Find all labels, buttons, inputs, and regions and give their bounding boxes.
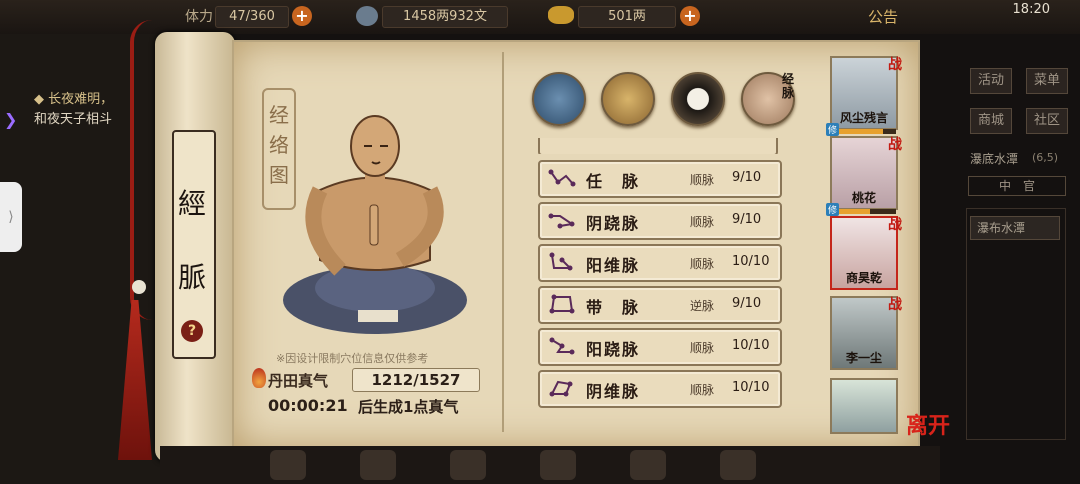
war-badge: 战	[888, 137, 902, 153]
location-coords: (6,5)	[1032, 151, 1059, 164]
meridian-row-yinwei[interactable]: 阴维脉 顺脉 10/10	[538, 370, 782, 408]
place-button[interactable]: 瀑布水潭	[970, 216, 1060, 240]
menu-button[interactable]: 菜单	[1026, 68, 1068, 94]
meridian-path-icon	[548, 213, 575, 229]
meridian-path-icon	[548, 169, 576, 187]
top-bar	[0, 0, 1080, 34]
meridian-path-icon	[549, 380, 573, 397]
meridian-progress: 10/10	[732, 338, 770, 353]
meridian-type: 顺脉	[690, 173, 715, 187]
map-panel	[966, 208, 1066, 440]
scroll-map-icon[interactable]	[601, 72, 655, 126]
meridian-row-dai[interactable]: 带 脉 逆脉 9/10	[538, 286, 782, 324]
meridian-name: 阴跷脉	[586, 214, 641, 233]
fire-icon	[252, 368, 266, 388]
character-card-2[interactable]: 战 桃花 修	[826, 136, 902, 216]
meridian-type: 顺脉	[690, 215, 715, 229]
meridian-name: 阳跷脉	[586, 340, 641, 359]
meridian-path-icon	[549, 294, 575, 314]
meridian-progress: 9/10	[732, 170, 762, 185]
meridian-type: 逆脉	[690, 299, 715, 313]
location-sub: 中 官	[968, 176, 1066, 196]
meridian-progress: 10/10	[732, 380, 770, 395]
character-card-5[interactable]	[830, 378, 898, 434]
meditating-monk-figure	[283, 115, 467, 334]
bagua-icon[interactable]	[671, 72, 725, 126]
meridian-type: 顺脉	[690, 383, 715, 397]
shop-button[interactable]: 商城	[970, 108, 1012, 134]
character-card-3[interactable]: 战 商昊乾	[830, 216, 902, 290]
meridian-name: 任 脉	[586, 172, 641, 191]
hp-bar	[832, 209, 896, 214]
qi-value: 1212/1527	[352, 368, 480, 392]
meridian-row-yangqiao[interactable]: 阳跷脉 顺脉 10/10	[538, 328, 782, 366]
help-button[interactable]: ?	[181, 320, 203, 342]
list-item-partial	[538, 138, 778, 154]
character-name: 桃花	[851, 191, 876, 205]
tassel-bead	[132, 280, 146, 294]
meridian-path-icon	[549, 337, 575, 355]
bottom-menu-icon[interactable]	[630, 450, 666, 480]
activity-button[interactable]: 活动	[970, 68, 1012, 94]
xiu-badge: 修	[826, 203, 840, 216]
stamina-plus-button[interactable]: +	[292, 6, 312, 26]
bottom-menu-icon[interactable]	[270, 450, 306, 480]
meridian-row-ren[interactable]: 任 脉 顺脉 9/10	[538, 160, 782, 198]
left-text-line-2: 和夜天子相斗	[34, 112, 113, 127]
meridian-progress: 9/10	[732, 296, 762, 311]
war-badge: 战	[888, 57, 902, 73]
scroll-title-char-1: 經	[177, 187, 206, 220]
meridian-progress: 10/10	[732, 254, 770, 269]
stamina-label: 体力	[185, 9, 213, 25]
gold-value: 501两	[578, 6, 676, 28]
announcement-button[interactable]: 公告	[868, 6, 898, 27]
bottom-menu-icon[interactable]	[720, 450, 756, 480]
qi-timer: 00:00:21	[268, 396, 348, 415]
note-text: ※因设计限制穴位信息仅供参考	[276, 352, 429, 365]
war-badge: 战	[888, 217, 902, 233]
qi-timer-suffix: 后生成1点真气	[358, 398, 459, 416]
character-card-1[interactable]: 战 风尘残言 修	[826, 56, 902, 136]
scroll-cord	[130, 20, 152, 320]
tab-active-label: 经脉	[782, 72, 795, 100]
meridian-row-yangwei[interactable]: 阳维脉 顺脉 10/10	[538, 244, 782, 282]
bottom-menu-icon[interactable]	[360, 450, 396, 480]
expand-arrow-icon[interactable]: ❯	[4, 110, 17, 129]
character-card-4[interactable]: 战 李一尘	[830, 296, 902, 370]
location-name: 瀑底水潭	[970, 152, 1019, 166]
stamina-value: 47/360	[215, 6, 289, 28]
bottom-menu-icon[interactable]	[540, 450, 576, 480]
leave-button[interactable]: 离开	[906, 408, 950, 440]
gold-icon	[548, 6, 574, 24]
hp-bar	[832, 129, 896, 134]
meridian-row-yinqiao[interactable]: 阴跷脉 顺脉 9/10	[538, 202, 782, 240]
meridian-path-icon	[549, 252, 573, 271]
meridian-name: 阴维脉	[586, 382, 641, 401]
hat-icon[interactable]	[532, 72, 586, 126]
clock: 18:20	[1012, 2, 1050, 17]
character-name: 风尘残言	[839, 111, 888, 125]
character-name: 李一尘	[845, 351, 882, 365]
meridian-name: 阳维脉	[586, 256, 641, 275]
left-text-line-1: ◆ 长夜难明，	[34, 92, 114, 107]
war-badge: 战	[888, 297, 902, 313]
meridian-type: 顺脉	[690, 257, 715, 271]
meridian-name: 带 脉	[586, 298, 641, 317]
xiu-badge: 修	[826, 123, 840, 136]
qi-label: 丹田真气	[268, 372, 329, 390]
bottom-menu-icon[interactable]	[450, 450, 486, 480]
side-pull-tab[interactable]: ⟩	[0, 182, 22, 252]
meridian-progress: 9/10	[732, 212, 762, 227]
silver-value: 1458两932文	[382, 6, 508, 28]
community-button[interactable]: 社区	[1026, 108, 1068, 134]
gold-plus-button[interactable]: +	[680, 6, 700, 26]
scroll-title-char-2: 脈	[177, 261, 206, 294]
silver-icon	[356, 6, 378, 26]
character-name: 商昊乾	[845, 271, 882, 285]
meridian-type: 顺脉	[690, 341, 715, 355]
